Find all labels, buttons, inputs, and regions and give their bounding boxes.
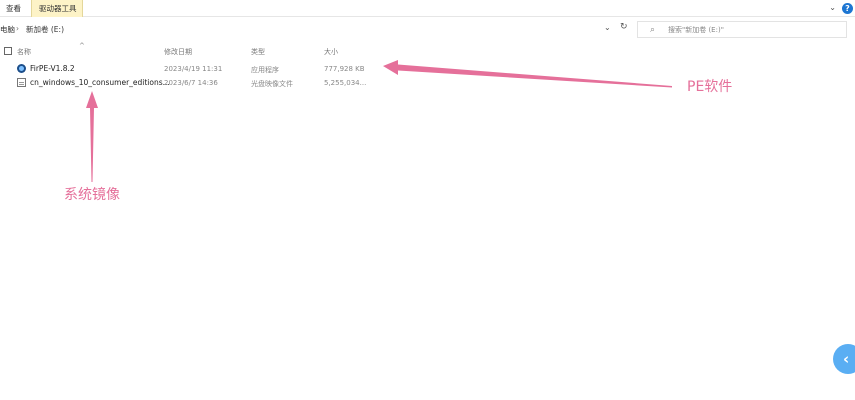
chevron-left-icon: ‹: [843, 350, 850, 368]
annotation-pe-software: PE软件: [687, 79, 733, 95]
pe-software-arrow: [383, 60, 672, 88]
annotation-system-image: 系统镜像: [64, 187, 120, 203]
annotation-arrows: [86, 60, 672, 182]
system-image-arrow: [86, 91, 98, 182]
side-expand-button[interactable]: ‹: [833, 344, 855, 374]
file-explorer-window: 查看 驱动器工具 ⌄ ? 电脑 › 新加卷 (E:) ⌄ ↻ ⌕ 搜索"新加卷 …: [0, 0, 855, 400]
